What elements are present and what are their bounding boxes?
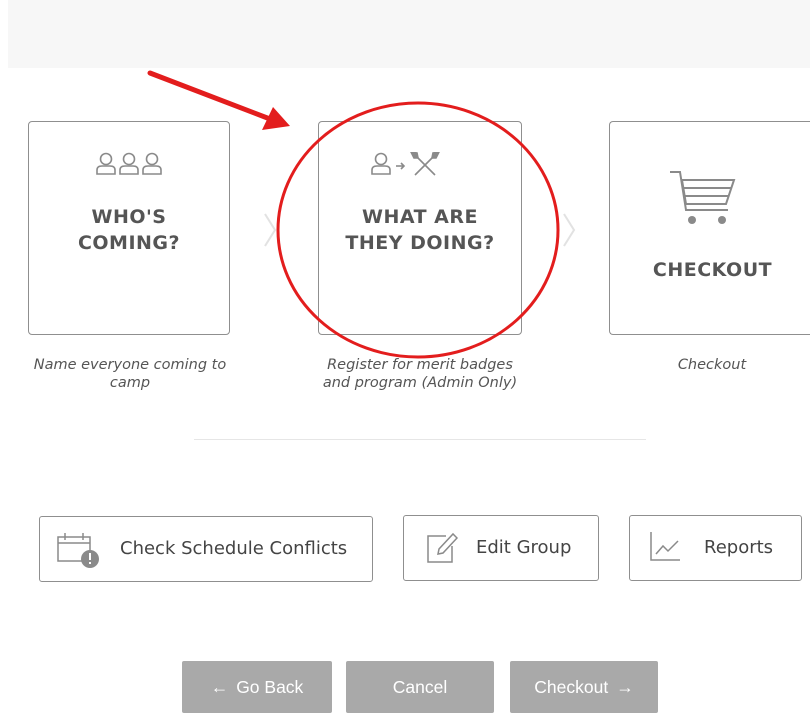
checkout-button[interactable]: Checkout → bbox=[510, 661, 658, 713]
divider bbox=[194, 439, 646, 440]
top-bar bbox=[8, 0, 810, 68]
step-title-line2: THEY DOING? bbox=[345, 232, 495, 254]
chevron-right-icon bbox=[264, 213, 277, 247]
step-card-what-are-they-doing[interactable]: WHAT ARE THEY DOING? bbox=[318, 121, 522, 335]
step-card-checkout[interactable]: CHECKOUT bbox=[609, 121, 810, 335]
annotation-arrowhead bbox=[262, 107, 290, 130]
arrow-left-icon: ← bbox=[210, 676, 229, 697]
step-title-line2: COMING? bbox=[77, 232, 181, 254]
check-schedule-conflicts-button[interactable]: Check Schedule Conflicts bbox=[39, 516, 373, 582]
go-back-label: Go Back bbox=[236, 676, 304, 697]
person-to-paddles-icon bbox=[371, 152, 440, 176]
shopping-cart-icon bbox=[670, 171, 736, 224]
annotation-arrow bbox=[147, 70, 273, 122]
step-caption-checkout: Checkout bbox=[677, 357, 747, 373]
step-card-whos-coming[interactable]: WHO'S COMING? bbox=[28, 121, 230, 335]
cancel-label: Cancel bbox=[392, 676, 448, 697]
step-caption-what-are-they-doing: Register for merit badges and program (A… bbox=[322, 357, 518, 391]
check-schedule-conflicts-label: Check Schedule Conflicts bbox=[120, 538, 348, 559]
line-chart-icon bbox=[650, 532, 680, 561]
edit-icon bbox=[427, 532, 458, 563]
calendar-warning-icon bbox=[57, 533, 99, 568]
step-title-line1: WHO'S bbox=[91, 206, 167, 228]
people-icon bbox=[96, 152, 162, 175]
checkout-label: Checkout bbox=[534, 676, 609, 697]
step-caption-whos-coming: Name everyone coming to camp bbox=[33, 357, 227, 391]
cancel-button[interactable]: Cancel bbox=[346, 661, 494, 713]
arrow-right-icon: → bbox=[616, 676, 634, 697]
reports-label: Reports bbox=[704, 537, 774, 558]
step-title-line1: WHAT ARE bbox=[362, 206, 478, 228]
step-title-line1: CHECKOUT bbox=[652, 259, 773, 281]
edit-group-label: Edit Group bbox=[476, 537, 572, 558]
chevron-right-icon bbox=[563, 213, 576, 247]
go-back-button[interactable]: ← Go Back bbox=[182, 661, 332, 713]
edit-group-button[interactable]: Edit Group bbox=[403, 515, 599, 581]
reports-button[interactable]: Reports bbox=[629, 515, 802, 581]
